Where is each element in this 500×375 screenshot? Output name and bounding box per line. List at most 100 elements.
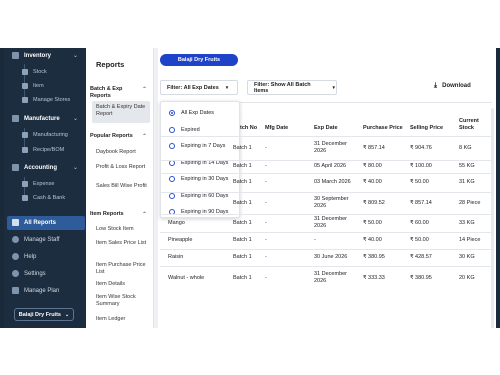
sidebar-item-manage-stores[interactable]: Manage Stores <box>22 97 70 103</box>
sidebar-item-recipe-bom[interactable]: Recipe/BOM <box>22 147 64 153</box>
cell-batch: Batch 1 <box>233 254 252 260</box>
chevron-up-icon[interactable]: ⌃ <box>142 133 147 140</box>
app-frame: Inventory ⌄ Stock Item Manage Stores Man… <box>0 48 500 328</box>
sidebar-item-label: Manage Staff <box>24 236 60 243</box>
sidebar-section-inventory[interactable]: Inventory <box>12 52 51 59</box>
chevron-up-icon[interactable]: ⌃ <box>142 211 147 218</box>
cell-selling-price: ₹ 50.00 <box>410 179 429 185</box>
sidebar-item-help[interactable]: Help <box>12 253 36 260</box>
sidebar-section-accounting[interactable]: Accounting <box>12 164 57 171</box>
cell-batch: Batch 1 <box>233 179 252 185</box>
cell-mfg-date: - <box>265 219 267 226</box>
report-item-daybook[interactable]: Daybook Report <box>96 149 148 156</box>
store-pill[interactable]: Balaji Dry Fruits <box>160 54 238 66</box>
sidebar-item-item[interactable]: Item <box>22 83 44 89</box>
store-icon <box>22 97 28 103</box>
sidebar-item-manufacturing[interactable]: Manufacturing <box>22 132 68 138</box>
download-label: Download <box>442 83 471 89</box>
cell-item-name: Raisin <box>168 254 184 260</box>
report-item-ledger[interactable]: Item Ledger <box>96 316 148 323</box>
cell-current-stock: 55 KG <box>459 163 475 169</box>
chevron-up-icon[interactable]: ⌃ <box>142 86 147 93</box>
stock-icon <box>22 69 28 75</box>
reports-title: Reports <box>96 60 125 69</box>
sidebar-item-expense[interactable]: Expense <box>22 181 54 187</box>
reports-icon <box>12 219 19 226</box>
item-icon <box>22 83 28 89</box>
cell-mfg-date: - <box>265 199 267 206</box>
sidebar-item-label: Manage Stores <box>33 97 71 103</box>
report-item-sales-price-list[interactable]: Item Sales Price List <box>96 240 148 247</box>
report-item-sales-bill-profit[interactable]: Sales Bill Wise Profit <box>96 183 148 190</box>
sidebar-item-label: Settings <box>24 270 46 277</box>
cell-mfg-date: - <box>265 237 267 243</box>
sidebar-item-manage-staff[interactable]: Manage Staff <box>12 236 60 243</box>
plan-icon <box>12 287 19 294</box>
report-item-details[interactable]: Item Details <box>96 281 148 288</box>
col-header-mfg: Mfg Date <box>265 125 289 131</box>
cell-exp-date: 31 December 2026 <box>314 271 348 284</box>
accounting-icon <box>12 164 19 171</box>
dropdown-option[interactable]: All Exp Dates <box>169 110 214 116</box>
cell-purchase-price: ₹ 333.33 <box>363 274 385 281</box>
cell-selling-price: ₹ 428.57 <box>410 254 432 260</box>
cell-current-stock: 8 KG <box>459 144 472 151</box>
download-button[interactable]: ⤓ Download <box>434 79 471 93</box>
recipe-icon <box>22 147 28 153</box>
chevron-down-icon[interactable]: ⌄ <box>73 164 78 171</box>
gear-icon <box>12 270 19 277</box>
sidebar-item-manage-plan[interactable]: Manage Plan <box>12 287 59 294</box>
exp-date-filter-label: Filter: All Exp Dates <box>167 84 219 91</box>
report-item-purchase-price-list[interactable]: Item Purchase Price List <box>96 262 148 276</box>
cell-selling-price: ₹ 380.95 <box>410 274 432 281</box>
table-row[interactable] <box>160 232 492 249</box>
cell-current-stock: 31 KG <box>459 179 475 185</box>
cell-mfg-date: - <box>265 144 267 151</box>
help-icon <box>12 253 19 260</box>
report-item-stock-summary[interactable]: Item Wise Stock Summary <box>96 294 148 308</box>
sidebar-item-all-reports[interactable]: All Reports <box>12 219 56 226</box>
batch-filter[interactable]: Filter: Show All Batch Items ▼ <box>247 80 337 95</box>
chevron-down-icon: ⌄ <box>64 311 70 318</box>
cell-batch: Batch 1 <box>233 163 252 169</box>
sidebar-item-cash-bank[interactable]: Cash & Bank <box>22 195 65 201</box>
exp-date-filter[interactable]: Filter: All Exp Dates ▼ <box>160 80 238 95</box>
bank-icon <box>22 195 28 201</box>
sidebar-section-manufacture[interactable]: Manufacture <box>12 115 60 122</box>
sidebar-section-label: Inventory <box>24 52 52 59</box>
sidebar-item-label: Recipe/BOM <box>33 147 65 153</box>
dropdown-option-label: All Exp Dates <box>181 110 215 116</box>
sidebar-item-stock[interactable]: Stock <box>22 69 47 75</box>
caret-down-icon: ▼ <box>331 85 336 90</box>
radio-icon <box>169 110 175 116</box>
cell-current-stock: 28 Piece <box>459 199 481 206</box>
report-item-low-stock[interactable]: Low Stock Item <box>96 226 148 233</box>
cell-mfg-date: - <box>265 274 267 281</box>
cell-current-stock: 20 KG <box>459 274 475 281</box>
cell-exp-date: 30 June 2026 <box>314 254 348 260</box>
cell-current-stock: 33 KG <box>459 219 475 226</box>
store-switcher-button[interactable]: Balaji Dry Fruits ⌄ <box>14 308 74 321</box>
chevron-down-icon[interactable]: ⌄ <box>73 115 78 122</box>
cell-selling-price: ₹ 857.14 <box>410 199 432 206</box>
dropdown-option[interactable]: Expired <box>169 126 200 133</box>
dropdown-option-label: Expired <box>181 126 200 133</box>
sidebar-section-label: Manufacture <box>24 115 60 122</box>
sidebar-section-label: Accounting <box>24 164 57 171</box>
report-section-batch[interactable]: Batch & Exp Reports <box>90 86 138 100</box>
cell-mfg-date: - <box>265 163 267 169</box>
sidebar-item-label: Manage Plan <box>24 287 60 294</box>
col-header-selling: Selling Price <box>410 125 444 131</box>
cell-batch: Batch 1 <box>233 144 252 151</box>
cell-exp-date: 05 April 2026 <box>314 163 347 169</box>
col-header-exp: Exp Date <box>314 125 338 131</box>
download-icon: ⤓ <box>434 82 438 89</box>
cell-batch: Batch 1 <box>233 274 252 281</box>
report-item-batch-expiry[interactable]: Batch & Expiry Date Report <box>96 104 148 118</box>
report-item-profit-loss[interactable]: Profit & Loss Report <box>96 164 148 171</box>
sidebar-item-settings[interactable]: Settings <box>12 270 46 277</box>
factory-icon <box>12 115 19 122</box>
chevron-down-icon[interactable]: ⌄ <box>73 52 78 59</box>
cell-current-stock: 30 KG <box>459 254 475 260</box>
cell-batch: Batch 1 <box>233 219 252 226</box>
